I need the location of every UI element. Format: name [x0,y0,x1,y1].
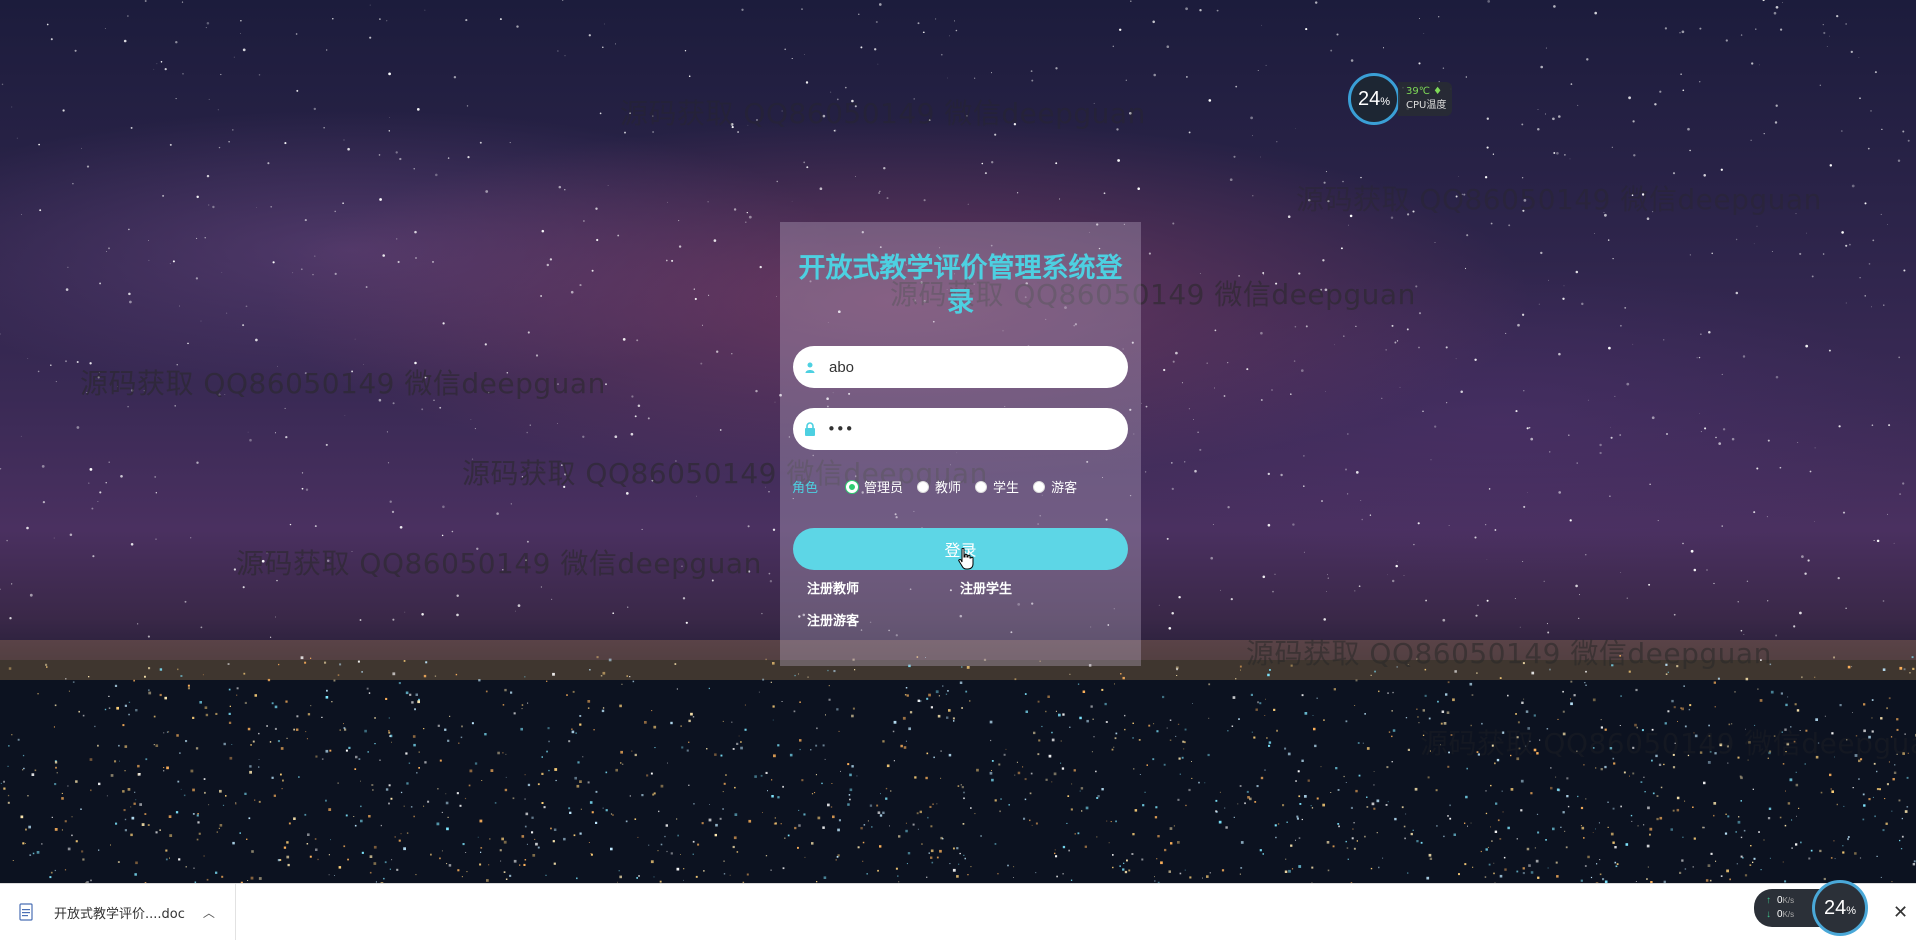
login-title: 开放式教学评价管理系统登录 [798,253,1123,318]
password-field[interactable]: ••• [793,408,1128,450]
document-icon [19,903,33,921]
watermark: 源码获取 QQ86050149 微信deepguan [1246,637,1772,670]
watermark: 源码获取 QQ86050149 微信deepguan [80,367,606,400]
role-radio-teacher[interactable]: 教师 [917,477,961,496]
username-field[interactable] [793,346,1128,388]
hand-cursor-icon [958,548,974,570]
role-option-label: 学生 [993,481,1020,496]
cpu-usage-value: 24 [1357,87,1381,110]
radio-icon [975,480,988,493]
download-unit: K/s [1782,910,1795,919]
register-teacher-link[interactable]: 注册教师 [807,578,859,597]
cpu-usage-unit: % [1380,96,1391,108]
role-label: 角色 [792,481,819,496]
watermark: 源码获取 QQ86050149 微信deepguan [620,97,1146,130]
password-input[interactable]: ••• [827,420,854,438]
download-bar: 开放式教学评价....doc ︿ [0,883,1916,940]
role-option-label: 教师 [935,481,962,496]
watermark: 源码获取 QQ86050149 微信deepguan [1296,183,1822,216]
watermark: 源码获取 QQ86050149 微信deepguan [236,547,762,580]
cpu-temperature-label: CPU温度 [1406,100,1447,111]
close-icon[interactable]: ✕ [1893,902,1908,923]
cpu-monitor-widget[interactable]: 24% 39℃ ♦ CPU温度 [1348,73,1453,125]
download-arrow-icon: ↓ [1766,909,1771,920]
cpu-usage-ring: 24% [1348,73,1400,125]
register-visitor-link[interactable]: 注册游客 [807,610,859,629]
download-file-name: 开放式教学评价....doc [54,906,185,922]
radio-icon [917,480,930,493]
role-selector: 角色 管理员 教师 学生 游客 [792,477,1091,496]
register-student-link[interactable]: 注册学生 [960,578,1012,597]
usage-value: 24 [1823,896,1847,919]
role-option-label: 管理员 [864,481,904,496]
download-item[interactable]: 开放式教学评价....doc ︿ [0,884,236,940]
upload-arrow-icon: ↑ [1766,895,1771,906]
leaf-icon: ♦ [1433,86,1443,97]
chevron-up-icon[interactable]: ︿ [203,904,215,921]
lock-icon [803,421,817,437]
upload-unit: K/s [1782,896,1795,905]
usage-ring: 24% [1812,880,1868,936]
role-radio-admin[interactable]: 管理员 [846,477,903,496]
radio-checked-icon [846,480,859,493]
username-input[interactable] [827,357,1101,377]
network-monitor-widget[interactable]: ↑ 0K/s ↓ 0K/s 24% [1754,880,1868,936]
radio-icon [1033,480,1046,493]
role-radio-student[interactable]: 学生 [975,477,1019,496]
network-speeds: ↑ 0K/s ↓ 0K/s [1754,889,1820,927]
cpu-temperature-value: 39℃ [1406,86,1430,97]
login-card: 开放式教学评价管理系统登录 ••• 角色 管理员 教师 [780,222,1141,666]
usage-unit: % [1846,905,1857,917]
cpu-temperature: 39℃ ♦ CPU温度 [1398,82,1453,116]
login-page: 源码获取 QQ86050149 微信deepguan 源码获取 QQ860501… [0,0,1916,940]
user-icon [803,359,817,375]
role-option-label: 游客 [1051,481,1078,496]
role-radio-visitor[interactable]: 游客 [1033,477,1077,496]
watermark: 源码获取 QQ86050149 微信deepguan [1420,727,1916,760]
